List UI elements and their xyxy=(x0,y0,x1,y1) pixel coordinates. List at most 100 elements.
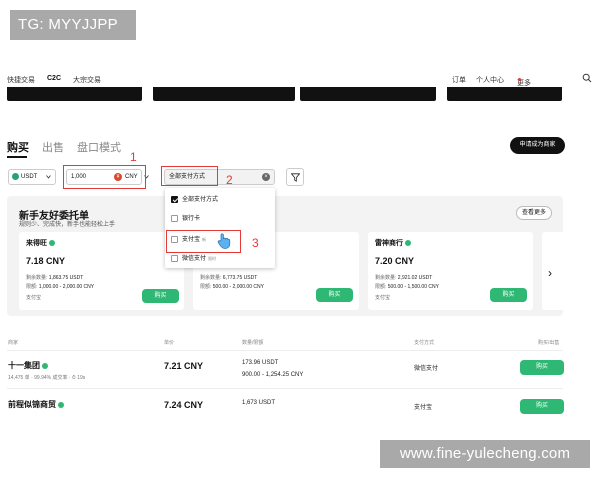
tg-watermark: TG: MYYJJPP xyxy=(10,10,136,40)
checkbox[interactable] xyxy=(171,254,178,262)
option-label: 微信支付 xyxy=(182,256,207,262)
promo-banner[interactable] xyxy=(7,87,142,101)
dropdown-option-all[interactable]: 全部支付方式 xyxy=(171,195,218,205)
usdt-icon xyxy=(12,172,19,180)
col-price: 单价 xyxy=(164,340,175,346)
remaining-qty: 剩余数量: 6,773.75 USDT xyxy=(200,274,257,281)
checkbox[interactable] xyxy=(171,214,178,222)
option-label: 银行卡 xyxy=(182,216,201,222)
tab-sell[interactable]: 出售 xyxy=(42,139,64,155)
row-divider xyxy=(7,388,563,389)
limit: 限额: 500.00 - 1,500.00 CNY xyxy=(375,283,439,290)
limit: 限额: 1,000.00 - 2,000.00 CNY xyxy=(26,283,94,290)
nav-block-trade[interactable]: 大宗交易 xyxy=(73,75,101,85)
top-nav: 快捷交易 C2C 大宗交易 订单 个人中心 更多 xyxy=(7,72,592,88)
buy-button[interactable]: 购买 xyxy=(316,288,353,302)
qty-label: 剩余数量: xyxy=(200,275,222,281)
annotation-box-1 xyxy=(63,165,146,189)
buy-button[interactable]: 购买 xyxy=(520,399,564,414)
verified-icon xyxy=(42,362,48,369)
merchant-name[interactable]: 雷神商行 xyxy=(375,238,411,248)
promo-card: 来得旺 7.18 CNY 剩余数量: 1,863.75 USDT 限额: 1,0… xyxy=(19,232,184,310)
merchant-name-text: 前程似锦商贸 xyxy=(8,400,56,409)
col-action: 购买/出售 xyxy=(538,340,560,346)
view-more-button[interactable]: 查看更多 xyxy=(516,206,552,220)
promo-subtitle: 规则少、完成快，新手也能轻松上手 xyxy=(19,222,116,228)
limit-value: 500.00 - 1,500.00 CNY xyxy=(387,284,439,290)
qty-value: 6,773.75 USDT xyxy=(222,275,258,281)
chevron-down-icon xyxy=(46,175,51,179)
promo-banner[interactable] xyxy=(447,87,562,101)
merchant-name[interactable]: 来得旺 xyxy=(26,238,55,248)
qty-value: 173.96 USDT xyxy=(242,360,279,366)
merchant-name-text: 来得旺 xyxy=(26,240,47,247)
apply-merchant-button[interactable]: 申请成为商家 xyxy=(510,137,565,154)
merchant-name[interactable]: 前程似锦商贸 xyxy=(8,399,64,410)
next-arrow-icon[interactable]: › xyxy=(548,266,558,280)
col-qty-limit: 数量/限额 xyxy=(242,340,264,346)
price: 7.18 CNY xyxy=(26,256,66,266)
merchant-name[interactable]: 十一集团 xyxy=(8,360,48,371)
merchant-stats: 14,475 单 · 99.94% 成交率 · ⏱ 19s xyxy=(8,375,86,381)
price: 7.20 CNY xyxy=(375,256,415,266)
nav-c2c[interactable]: C2C xyxy=(47,75,61,82)
promo-banner[interactable] xyxy=(300,87,436,101)
buy-button[interactable]: 购买 xyxy=(490,288,527,302)
limit-label: 限额: xyxy=(26,284,38,290)
annotation-box-2 xyxy=(161,166,218,186)
col-payment: 支付方式 xyxy=(414,340,435,346)
search-icon[interactable] xyxy=(582,73,592,83)
tab-buy[interactable]: 购买 xyxy=(7,139,29,155)
payment-method: 支付宝 xyxy=(414,405,433,411)
merchant-name-text: 雷神商行 xyxy=(375,240,403,247)
limit-label: 限额: xyxy=(375,284,387,290)
dropdown-option-bank[interactable]: 银行卡 xyxy=(171,214,200,224)
nav-orders[interactable]: 订单 xyxy=(452,75,466,85)
merchant-name-text: 十一集团 xyxy=(8,361,40,370)
qty-label: 剩余数量: xyxy=(26,275,48,281)
tab-orderbook[interactable]: 盘口模式 xyxy=(77,139,121,155)
notification-dot xyxy=(518,78,521,81)
col-merchant: 商家 xyxy=(8,340,19,346)
row-divider xyxy=(7,350,563,351)
remaining-qty: 剩余数量: 2,921.02 USDT xyxy=(375,274,432,281)
verified-icon xyxy=(58,401,64,408)
limit-label: 限额: xyxy=(200,284,212,290)
buy-button[interactable]: 购买 xyxy=(520,360,564,375)
limit: 限额: 500.00 - 2,000.00 CNY xyxy=(200,283,264,290)
newbie-promo-section: 新手友好委托单 规则少、完成快，新手也能轻松上手 查看更多 来得旺 7.18 C… xyxy=(7,196,563,316)
qty-value: 1,863.75 USDT xyxy=(48,275,84,281)
dropdown-option-wechat[interactable]: 微信支付 限时 xyxy=(171,254,216,264)
limit-value: 1,000.00 - 2,000.00 CNY xyxy=(38,284,95,290)
checkbox-checked[interactable] xyxy=(171,195,178,203)
payment-method: 微信支付 xyxy=(414,366,439,372)
filter-icon xyxy=(291,173,300,182)
nav-quick-trade[interactable]: 快捷交易 xyxy=(7,75,35,85)
annotation-box-3 xyxy=(166,230,241,253)
verified-icon xyxy=(49,240,55,247)
clear-icon[interactable]: × xyxy=(262,173,270,181)
filter-button[interactable] xyxy=(286,168,304,186)
promo-card: 雷神商行 7.20 CNY 剩余数量: 2,921.02 USDT 限额: 50… xyxy=(368,232,533,310)
site-watermark: www.fine-yulecheng.com xyxy=(380,440,590,468)
option-badge: 限时 xyxy=(208,256,217,261)
coin-select[interactable]: USDT xyxy=(8,169,56,185)
payment-dropdown: 全部支付方式 银行卡 支付宝新 微信支付 限时 xyxy=(165,188,275,268)
qty-value: 2,921.02 USDT xyxy=(397,275,433,281)
payment-method: 支付宝 xyxy=(375,295,391,301)
qty-label: 剩余数量: xyxy=(375,275,397,281)
promo-banner[interactable] xyxy=(153,87,295,101)
option-label: 全部支付方式 xyxy=(182,197,219,203)
active-tab-indicator xyxy=(7,156,27,158)
annotation-number-3: 3 xyxy=(252,236,259,250)
qty-value: 1,673 USDT xyxy=(242,400,276,406)
verified-icon xyxy=(405,240,411,247)
limit-value: 500.00 - 2,000.00 CNY xyxy=(212,284,264,290)
annotation-number-2: 2 xyxy=(226,173,233,187)
limit-value: 900.00 - 1,254.25 CNY xyxy=(242,372,304,378)
remaining-qty: 剩余数量: 1,863.75 USDT xyxy=(26,274,83,281)
annotation-number-1: 1 xyxy=(130,150,137,164)
nav-profile[interactable]: 个人中心 xyxy=(476,75,504,85)
buy-button[interactable]: 购买 xyxy=(142,289,179,303)
price: 7.21 CNY xyxy=(164,361,204,371)
